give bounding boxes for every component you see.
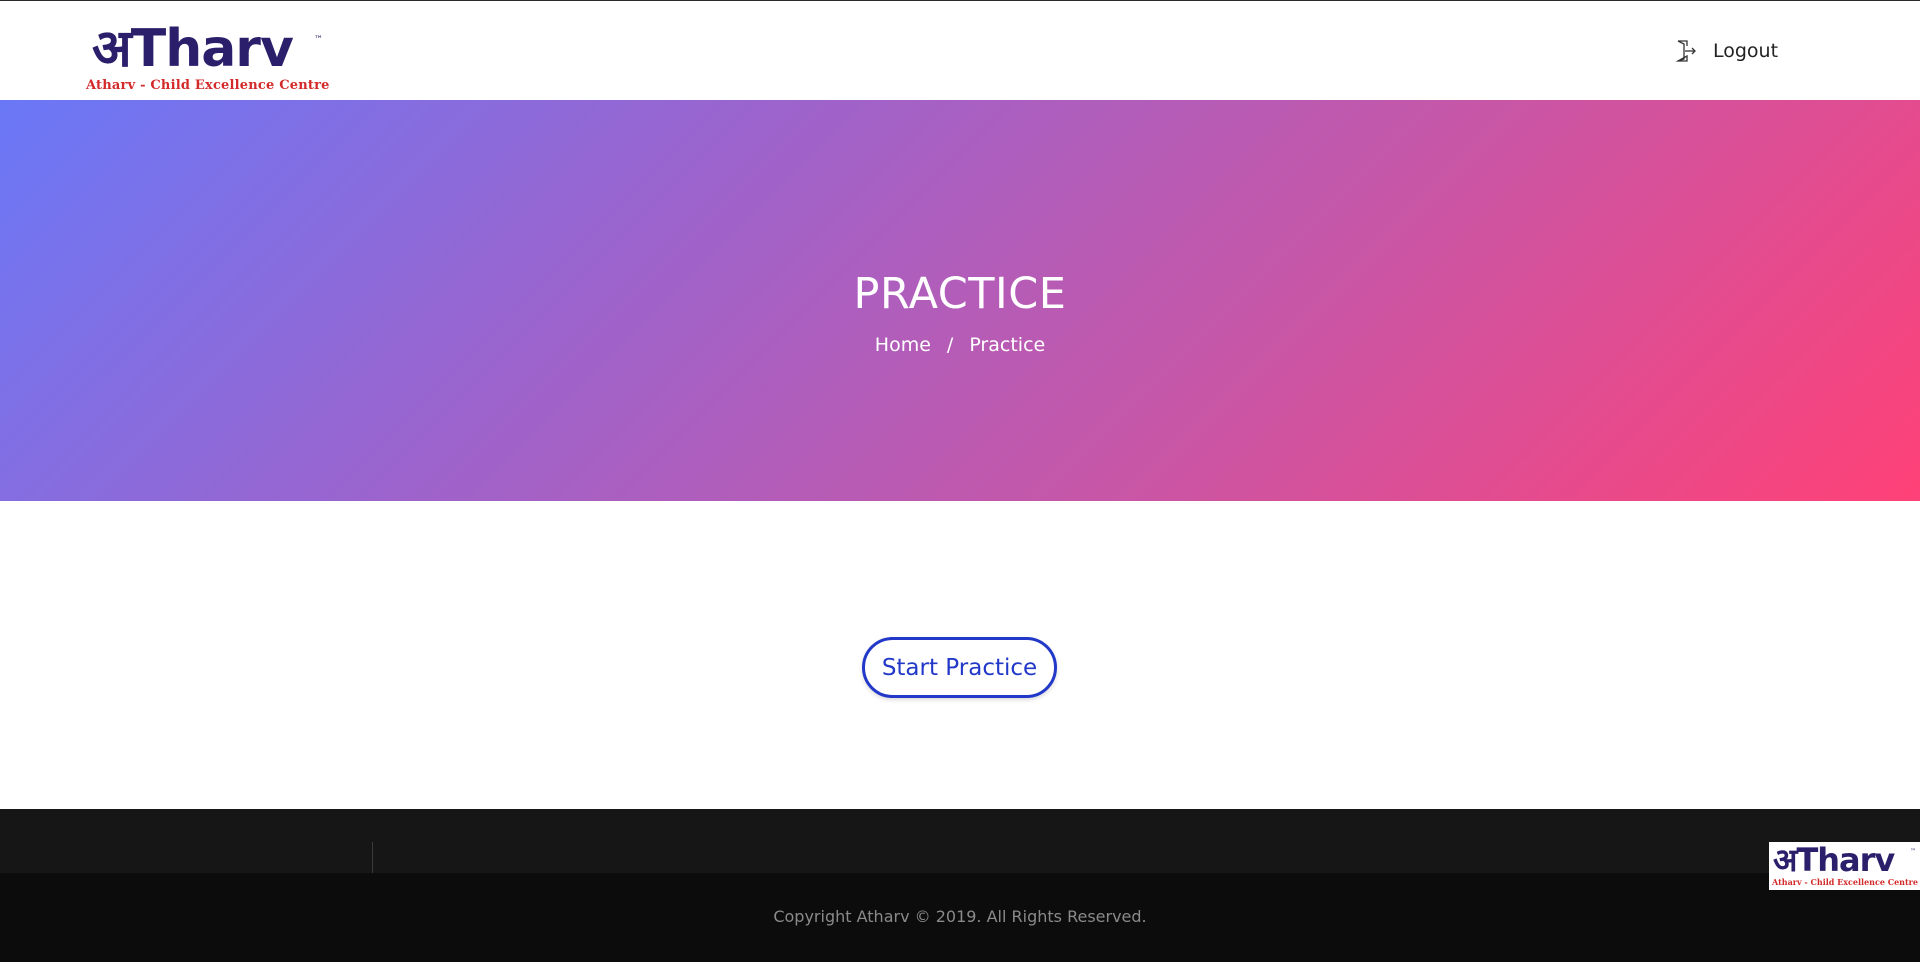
- footer-logo-tagline: Atharv - Child Excellence Centre: [1772, 877, 1918, 887]
- breadcrumb-separator: /: [946, 334, 954, 356]
- footer-logo[interactable]: अTharv ™ Atharv - Child Excellence Centr…: [1769, 842, 1920, 890]
- logo-tagline: Atharv - Child Excellence Centre: [86, 78, 330, 93]
- page-hero-banner: PRACTICE Home / Practice: [0, 100, 1920, 501]
- breadcrumb-home-link[interactable]: Home: [875, 334, 931, 356]
- breadcrumb-current: Practice: [969, 334, 1046, 356]
- footer-logo-trademark: ™: [1910, 848, 1916, 855]
- logo-trademark: ™: [314, 35, 323, 45]
- footer-logo-wordmark: अTharv: [1773, 841, 1895, 879]
- logout-label: Logout: [1713, 40, 1779, 62]
- copyright-text: Copyright Atharv © 2019. All Rights Rese…: [773, 907, 1147, 926]
- page-title: PRACTICE: [853, 269, 1067, 319]
- footer-divider: [372, 842, 373, 873]
- breadcrumb: Home / Practice: [0, 334, 1920, 356]
- site-header: अTharv ™ Atharv - Child Excellence Centr…: [0, 1, 1920, 100]
- footer-bottom-bar: Copyright Atharv © 2019. All Rights Rese…: [0, 873, 1920, 962]
- logout-icon: [1675, 39, 1697, 63]
- logo-wordmark: अTharv: [92, 19, 294, 79]
- logout-button[interactable]: Logout: [1675, 37, 1778, 65]
- footer-top-bar: [0, 809, 1920, 873]
- site-logo[interactable]: अTharv ™ Atharv - Child Excellence Centr…: [86, 19, 329, 97]
- start-practice-button[interactable]: Start Practice: [862, 637, 1057, 698]
